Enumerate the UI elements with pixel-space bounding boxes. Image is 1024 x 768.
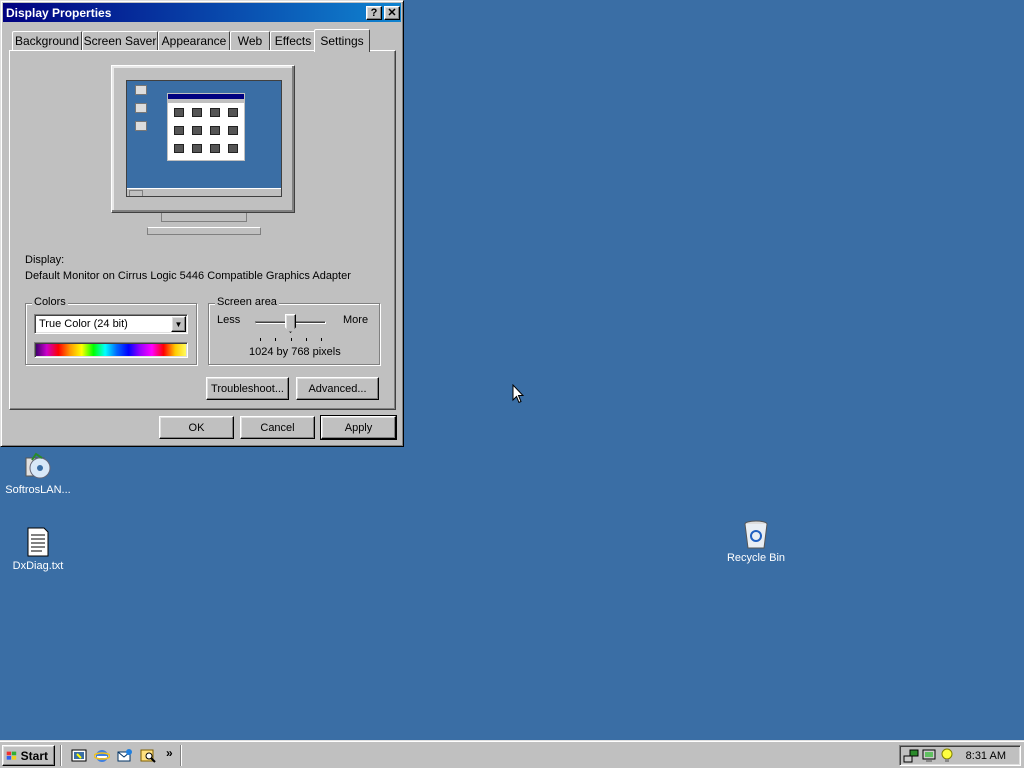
close-button[interactable]: ✕ xyxy=(384,6,400,20)
quick-launch-chevron[interactable]: » xyxy=(166,746,173,760)
screen-area-group-title: Screen area xyxy=(215,296,279,308)
lightbulb-tray-icon[interactable] xyxy=(939,748,955,764)
internet-explorer-icon[interactable] xyxy=(93,747,111,765)
tab-settings[interactable]: Settings xyxy=(314,29,370,52)
slider-tick xyxy=(291,338,292,341)
ok-button[interactable]: OK xyxy=(159,416,234,439)
taskbar-separator xyxy=(60,745,62,766)
tab-effects[interactable]: Effects xyxy=(270,31,316,50)
desktop-icon-label: DxDiag.txt xyxy=(12,560,64,572)
desktop-icon-dxdiag[interactable]: DxDiag.txt xyxy=(0,526,76,572)
troubleshoot-button[interactable]: Troubleshoot... xyxy=(206,377,289,400)
mini-window xyxy=(167,93,245,161)
mini-desktop-icon xyxy=(135,103,147,113)
monitor-tray-icon[interactable] xyxy=(921,748,937,764)
mini-taskbar xyxy=(127,188,281,196)
monitor-preview xyxy=(111,65,295,213)
mouse-cursor-icon xyxy=(512,384,524,404)
cancel-button[interactable]: Cancel xyxy=(240,416,315,439)
taskbar-separator xyxy=(180,745,182,766)
network-cd-icon xyxy=(25,452,51,479)
title-bar[interactable]: Display Properties ? ✕ xyxy=(3,3,401,22)
taskbar: Start » 8:31 AM xyxy=(0,740,1024,768)
mini-desktop-icon xyxy=(135,85,147,95)
color-palette-bar xyxy=(34,342,188,358)
help-button[interactable]: ? xyxy=(366,6,382,20)
mini-desktop-icon xyxy=(135,121,147,131)
tab-background[interactable]: Background xyxy=(12,31,82,50)
resolution-text: 1024 by 768 pixels xyxy=(249,346,341,358)
search-icon[interactable] xyxy=(139,747,157,765)
desktop-icon-label: Recycle Bin xyxy=(726,552,786,564)
window-title: Display Properties xyxy=(6,5,112,20)
apply-button[interactable]: Apply xyxy=(320,415,397,440)
show-desktop-icon[interactable] xyxy=(70,747,88,765)
slider-tick xyxy=(306,338,307,341)
chevron-down-icon[interactable]: ▼ xyxy=(171,316,186,332)
colors-group-title: Colors xyxy=(32,296,68,308)
tab-appearance[interactable]: Appearance xyxy=(158,31,230,50)
monitor-screen xyxy=(126,80,282,197)
slider-tick xyxy=(275,338,276,341)
colors-selected-value: True Color (24 bit) xyxy=(39,318,128,330)
slider-tick xyxy=(260,338,261,341)
start-button[interactable]: Start xyxy=(2,745,55,766)
advanced-button[interactable]: Advanced... xyxy=(296,377,379,400)
tab-screen-saver[interactable]: Screen Saver xyxy=(82,31,158,50)
clock[interactable]: 8:31 AM xyxy=(966,750,1006,762)
tab-web[interactable]: Web xyxy=(230,31,270,50)
less-label: Less xyxy=(217,314,241,326)
desktop-icon-recycle-bin[interactable]: Recycle Bin xyxy=(718,518,794,564)
recycle-bin-icon xyxy=(744,520,768,549)
desktop-icon-softroslan[interactable]: SoftrosLAN... xyxy=(0,450,76,496)
system-tray: 8:31 AM xyxy=(899,745,1021,766)
more-label: More xyxy=(343,314,369,326)
windows-logo-icon xyxy=(6,751,17,760)
display-label: Display: xyxy=(25,254,65,266)
desktop-icon-label: SoftrosLAN... xyxy=(5,484,71,496)
display-adapter-text: Default Monitor on Cirrus Logic 5446 Com… xyxy=(25,270,351,282)
monitor-base xyxy=(147,227,261,235)
monitor-stand xyxy=(161,213,247,222)
text-file-icon xyxy=(27,527,49,557)
start-label: Start xyxy=(20,748,48,763)
colors-dropdown[interactable]: True Color (24 bit) ▼ xyxy=(34,314,188,334)
network-tray-icon[interactable] xyxy=(903,748,919,764)
slider-tick xyxy=(321,338,322,341)
display-properties-window: Display Properties ? ✕ Background Screen… xyxy=(0,0,404,447)
outlook-express-icon[interactable] xyxy=(116,747,134,765)
